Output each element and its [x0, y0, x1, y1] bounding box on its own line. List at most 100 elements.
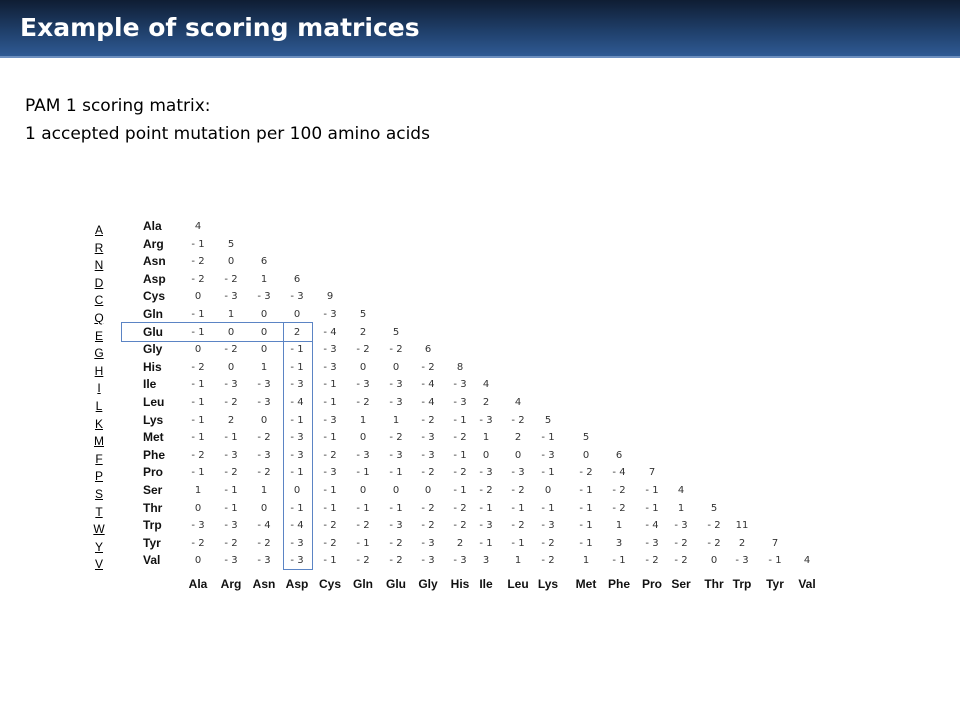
matrix-cell: - 1 — [356, 537, 370, 549]
matrix-cell: 7 — [771, 537, 779, 549]
matrix-cell: - 2 — [257, 537, 271, 549]
matrix-cell: - 2 — [389, 344, 403, 356]
matrix-cell: - 2 — [224, 344, 238, 356]
matrix-cell: - 3 — [511, 467, 525, 479]
matrix-cell: - 1 — [579, 537, 593, 549]
matrix-cell: 0 — [227, 361, 235, 373]
matrix-cell: - 3 — [224, 379, 238, 391]
matrix-cell: 0 — [359, 485, 367, 496]
subtitle-line-2: 1 accepted point mutation per 100 amino … — [25, 124, 430, 144]
matrix-cell: 0 — [424, 485, 432, 496]
matrix-cell: - 2 — [191, 449, 205, 461]
matrix-cell: - 3 — [421, 555, 435, 567]
one-letter-code: S — [94, 486, 103, 501]
matrix-cell: - 3 — [541, 520, 555, 532]
matrix-cell: - 1 — [224, 502, 238, 514]
column-label: Glu — [386, 577, 406, 591]
row-label: Gln — [143, 307, 163, 321]
matrix-cell: 1 — [194, 485, 202, 496]
matrix-cell: - 1 — [290, 361, 304, 373]
column-label: Phe — [607, 577, 630, 591]
column-label: Ser — [671, 577, 691, 591]
matrix-cell: - 3 — [257, 397, 271, 408]
matrix-cell: - 3 — [735, 555, 749, 567]
matrix-cell: 5 — [227, 238, 235, 250]
column-label: Ala — [188, 577, 208, 591]
matrix-cell: 4 — [803, 555, 811, 567]
matrix-cell: - 1 — [224, 432, 238, 444]
matrix-cell: - 2 — [421, 361, 435, 373]
matrix-cell: - 1 — [511, 537, 525, 549]
matrix-cell: 5 — [392, 326, 400, 338]
matrix-cell: - 1 — [323, 555, 337, 567]
matrix-cell: 0 — [260, 344, 268, 356]
matrix-cell: - 1 — [290, 344, 304, 356]
matrix-cell: - 2 — [323, 537, 337, 549]
row-label: Pro — [143, 465, 164, 480]
matrix-cell: - 3 — [323, 309, 337, 320]
matrix-cell: 0 — [194, 344, 202, 356]
matrix-cell: - 3 — [323, 414, 337, 426]
matrix-cell: 9 — [326, 291, 334, 303]
matrix-cell: 0 — [582, 449, 590, 461]
matrix-cell: - 1 — [191, 414, 205, 426]
matrix-cell: - 4 — [645, 520, 659, 532]
matrix-cell: 0 — [392, 361, 400, 373]
matrix-cell: - 1 — [323, 485, 337, 496]
row-label: Glu — [143, 324, 163, 339]
matrix-cell: 1 — [260, 273, 268, 285]
matrix-cell: 0 — [482, 449, 490, 461]
title-bar: Example of scoring matrices — [0, 0, 960, 58]
matrix-cell: - 3 — [257, 379, 271, 391]
matrix-cell: - 1 — [323, 502, 337, 514]
matrix-cell: 4 — [677, 485, 685, 496]
matrix-cell: - 3 — [389, 520, 403, 532]
matrix-cell: - 2 — [356, 520, 370, 532]
matrix-cell: - 1 — [191, 326, 205, 338]
matrix-cell: - 4 — [257, 520, 271, 532]
matrix-cell: - 3 — [290, 449, 304, 461]
matrix-cell: 2 — [293, 326, 301, 338]
matrix-cell: - 3 — [421, 537, 435, 549]
matrix-cell: - 1 — [645, 485, 659, 496]
matrix-cell: - 4 — [421, 379, 435, 391]
row-label: Ala — [143, 219, 162, 233]
row-label: Ile — [143, 377, 157, 392]
matrix-cell: - 3 — [421, 432, 435, 444]
row-label: Leu — [143, 395, 165, 409]
row-label: Trp — [143, 518, 162, 533]
matrix-cell: - 3 — [191, 520, 205, 532]
matrix-cell: 6 — [260, 256, 268, 268]
matrix-cell: 4 — [194, 221, 202, 232]
matrix-cell: 0 — [260, 309, 268, 320]
matrix-cell: - 2 — [224, 397, 238, 408]
row-label: Cys — [143, 289, 166, 304]
matrix-cell: - 3 — [224, 555, 238, 567]
matrix-cell: - 2 — [191, 256, 205, 268]
matrix-cell: 8 — [456, 361, 464, 373]
row-label: Met — [143, 430, 164, 445]
matrix-cell: 6 — [424, 344, 432, 356]
matrix-cell: - 1 — [191, 309, 205, 320]
matrix-cell: 0 — [359, 432, 367, 444]
matrix-cell: - 2 — [356, 555, 370, 567]
matrix-cell: 1 — [514, 555, 522, 567]
matrix-cell: - 4 — [323, 326, 337, 338]
matrix-cell: 2 — [227, 414, 235, 426]
matrix-cell: - 1 — [579, 520, 593, 532]
matrix-cell: - 2 — [224, 273, 238, 285]
matrix-cell: - 3 — [290, 379, 304, 391]
matrix-cell: - 2 — [421, 467, 435, 479]
matrix-cell: - 1 — [191, 238, 205, 250]
one-letter-code: W — [93, 522, 105, 537]
matrix-cell: 3 — [482, 555, 490, 567]
one-letter-code: T — [95, 504, 103, 519]
matrix-cell: - 1 — [541, 502, 555, 514]
matrix-cell: - 1 — [191, 432, 205, 444]
matrix-cell: 4 — [482, 379, 490, 391]
column-label: Tyr — [766, 577, 784, 591]
matrix-cell: 2 — [514, 432, 522, 444]
one-letter-code: N — [94, 258, 104, 273]
matrix-cell: - 3 — [290, 291, 304, 303]
matrix-cell: 1 — [482, 432, 490, 444]
